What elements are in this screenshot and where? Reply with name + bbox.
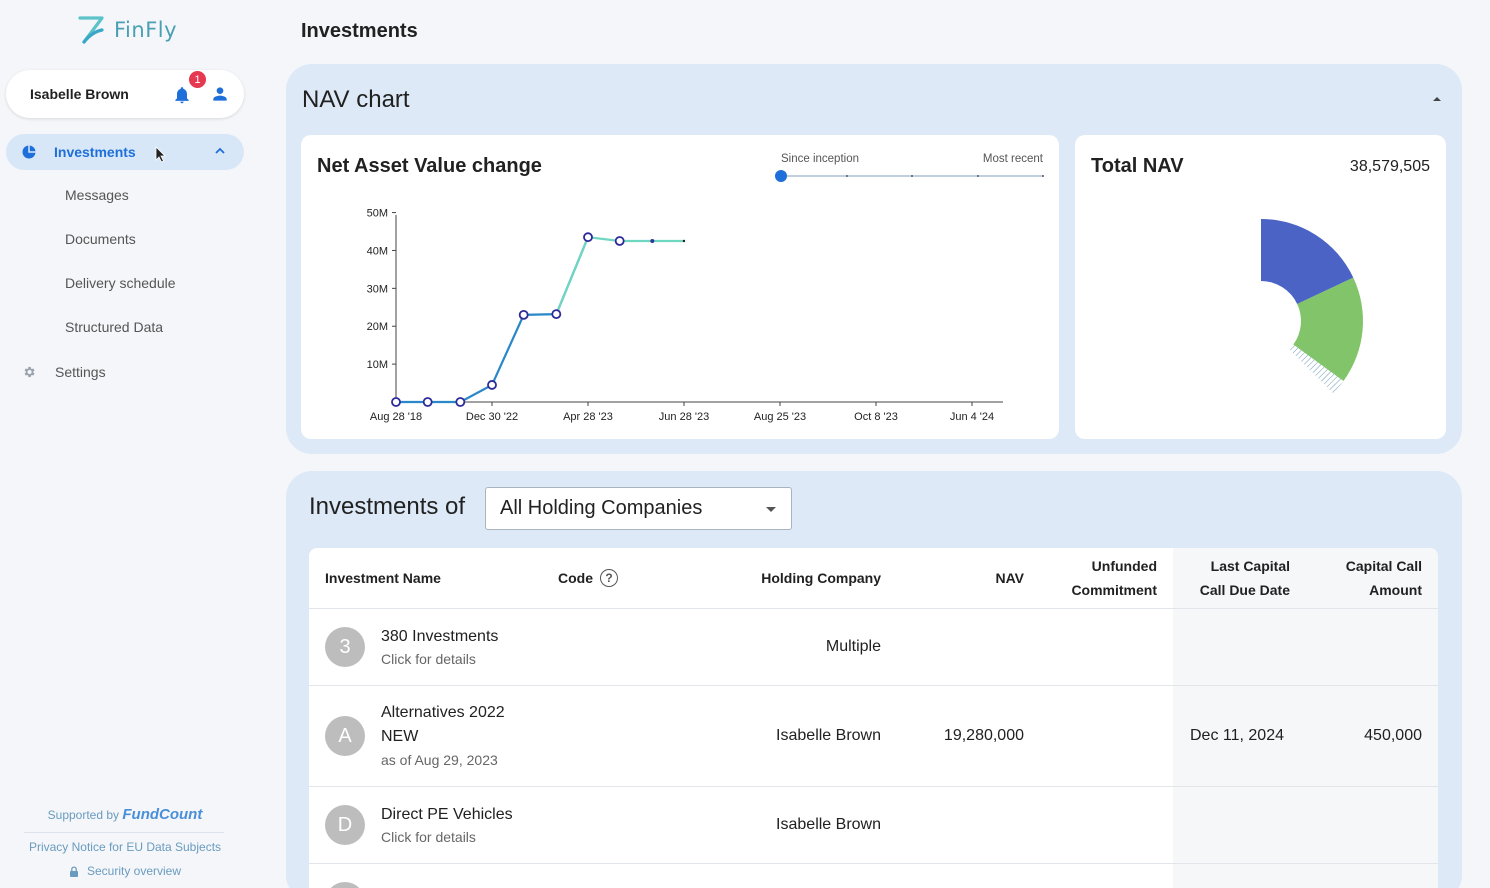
fundcount-logo[interactable]: FundCount xyxy=(122,806,202,823)
col-header-investment-name[interactable]: Investment Name xyxy=(325,566,441,590)
data-point[interactable] xyxy=(455,397,466,407)
x-tick-label: Aug 25 '23 xyxy=(754,411,806,423)
gear-icon xyxy=(24,366,35,378)
avatar: 3 xyxy=(325,627,365,667)
supported-by: Supported by FundCount xyxy=(0,806,250,823)
x-tick-label: Apr 28 '23 xyxy=(563,411,613,423)
holding-company-cell: Multiple xyxy=(825,638,881,655)
sidebar-item-label: Investments xyxy=(54,144,136,160)
notification-bell-icon[interactable] xyxy=(172,84,192,106)
data-point[interactable] xyxy=(487,380,497,390)
y-tick-label: 10M xyxy=(367,359,388,371)
data-point[interactable] xyxy=(391,397,401,407)
total-nav-card: Total NAV 38,579,505 xyxy=(1075,135,1446,439)
capital-call-amount-cell: 450,000 xyxy=(1364,727,1422,744)
sidebar-item-settings[interactable]: Settings xyxy=(22,364,106,380)
data-point[interactable] xyxy=(614,236,625,246)
sidebar-item-documents[interactable]: Documents xyxy=(65,231,136,247)
avatar xyxy=(325,882,365,888)
investment-name: Alternatives 2022 xyxy=(381,704,505,721)
sidebar-item-delivery-schedule[interactable]: Delivery schedule xyxy=(65,275,176,291)
sidebar: FinFly Isabelle Brown 1 Investments Mess… xyxy=(0,0,262,888)
finfly-logo[interactable]: FinFly xyxy=(76,14,177,46)
security-link[interactable]: Security overview xyxy=(0,864,250,878)
nav-chart-panel: NAV chart Net Asset Value change Since i… xyxy=(286,64,1462,454)
nav-change-card: Net Asset Value change Since inception M… xyxy=(301,135,1059,439)
chevron-up-icon[interactable] xyxy=(214,145,226,157)
col-header-code[interactable]: Code xyxy=(558,566,593,590)
avatar: A xyxy=(325,716,365,756)
x-tick-label: Jun 28 '23 xyxy=(659,411,709,423)
nav-line-chart: 10M 20M 30M 40M 50M Aug 28 '18 Dec 30 '22 Apr 2… xyxy=(367,208,1003,423)
sidebar-item-messages[interactable]: Messages xyxy=(65,187,129,203)
user-name: Isabelle Brown xyxy=(30,86,129,102)
series-line xyxy=(396,236,590,404)
security-label: Security overview xyxy=(86,864,182,878)
profile-icon[interactable] xyxy=(210,84,230,104)
total-nav-donut-chart xyxy=(1261,219,1363,394)
privacy-link[interactable]: Privacy Notice for EU Data Subjects xyxy=(0,840,250,854)
col-header-last-capital[interactable]: Last Capital xyxy=(1211,554,1290,578)
investment-name: 380 Investments xyxy=(381,628,499,645)
logo-text: FinFly xyxy=(114,18,178,42)
y-tick-label: 20M xyxy=(367,321,388,333)
x-tick-label: Oct 8 '23 xyxy=(854,411,898,423)
pie-chart-icon xyxy=(22,145,36,159)
row-divider xyxy=(309,685,1438,686)
x-tick-label: Aug 28 '18 xyxy=(370,411,422,423)
sidebar-item-label: Settings xyxy=(55,364,106,380)
panel-title: NAV chart xyxy=(302,86,410,113)
dropdown-caret-icon xyxy=(766,507,776,512)
y-tick-label: 50M xyxy=(367,208,388,220)
finfly-logo-icon xyxy=(78,16,104,44)
sidebar-item-structured-data[interactable]: Structured Data xyxy=(65,319,163,335)
sidebar-item-investments[interactable]: Investments xyxy=(6,134,244,170)
select-value: All Holding Companies xyxy=(500,497,703,519)
y-tick-label: 40M xyxy=(367,245,388,257)
holding-company-select[interactable]: All Holding Companies xyxy=(485,487,792,530)
y-tick-label: 30M xyxy=(367,283,388,295)
collapse-arrow-icon[interactable] xyxy=(1432,96,1442,102)
x-tick-label: Jun 4 '24 xyxy=(950,411,994,423)
series-line xyxy=(555,236,684,315)
investments-panel: Investments of All Holding Companies Inv… xyxy=(286,471,1462,888)
col-header-amount[interactable]: Amount xyxy=(1369,578,1422,602)
divider xyxy=(24,832,224,833)
supported-by-text: Supported by xyxy=(47,808,120,822)
notification-badge: 1 xyxy=(188,70,207,89)
page-title: Investments xyxy=(301,20,418,42)
col-header-unfunded[interactable]: Unfunded xyxy=(1092,554,1157,578)
x-tick-label: Dec 30 '22 xyxy=(466,411,518,423)
col-header-call-due-date[interactable]: Call Due Date xyxy=(1200,578,1290,602)
investments-table: Investment Name Code ? Holding Company N… xyxy=(309,548,1438,888)
investment-name: Direct PE Vehicles xyxy=(381,806,513,823)
investment-subtext: as of Aug 29, 2023 xyxy=(381,752,498,768)
data-point[interactable] xyxy=(650,238,655,243)
row-divider xyxy=(309,863,1438,864)
holding-company-cell: Isabelle Brown xyxy=(776,727,881,744)
col-header-capital-call[interactable]: Capital Call xyxy=(1346,554,1422,578)
avatar: D xyxy=(325,805,365,845)
col-header-commitment[interactable]: Commitment xyxy=(1071,578,1157,602)
holding-company-cell: Isabelle Brown xyxy=(776,816,881,833)
row-divider xyxy=(309,786,1438,787)
data-point[interactable] xyxy=(682,239,686,243)
nav-cell: 19,280,000 xyxy=(943,727,1024,744)
user-card: Isabelle Brown 1 xyxy=(6,70,244,118)
due-date-cell: Dec 11, 2024 xyxy=(1190,727,1284,744)
investment-subtext: Click for details xyxy=(381,651,476,667)
data-point[interactable] xyxy=(518,309,529,320)
col-header-holding-company[interactable]: Holding Company xyxy=(761,566,881,590)
data-point[interactable] xyxy=(551,309,562,320)
col-header-nav[interactable]: NAV xyxy=(995,566,1024,590)
investment-subtext: Click for details xyxy=(381,829,476,845)
help-icon[interactable]: ? xyxy=(600,569,618,587)
mouse-cursor-icon xyxy=(155,146,166,163)
row-divider xyxy=(309,608,1438,609)
investments-title: Investments of xyxy=(309,493,466,520)
data-point[interactable] xyxy=(422,397,433,407)
data-point[interactable] xyxy=(583,232,593,243)
lock-icon xyxy=(69,865,78,877)
new-label: NEW xyxy=(381,728,419,745)
